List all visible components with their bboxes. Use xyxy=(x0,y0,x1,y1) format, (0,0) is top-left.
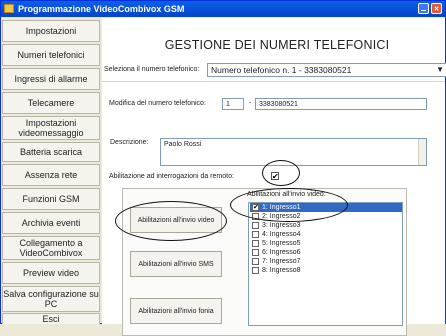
list-item-label: 4: Ingresso4 xyxy=(262,231,301,238)
list-item[interactable]: 2: Ingresso2 xyxy=(250,212,402,221)
number-index-field[interactable]: 1 xyxy=(222,98,244,110)
description-label: Descrizione: xyxy=(110,139,149,146)
list-item-label: 3: Ingresso3 xyxy=(262,222,301,229)
sidebar-item-label: Impostazioni xyxy=(25,26,77,36)
main-panel: GESTIONE DEI NUMERI TELEFONICI Seleziona… xyxy=(102,18,446,336)
sidebar-item-telecamere[interactable]: Telecamere xyxy=(2,92,100,114)
number-dash: - xyxy=(249,100,252,107)
sidebar: Impostazioni Numeri telefonici Ingressi … xyxy=(2,18,101,324)
list-item-label: 2: Ingresso2 xyxy=(262,213,301,220)
modify-number-label: Modifica del numero telefonico: xyxy=(109,100,206,107)
sidebar-item-impostazioni[interactable]: Impostazioni xyxy=(2,20,100,42)
sidebar-item-label: Collegamento a VideoCombivox xyxy=(19,238,83,258)
window-title: Programmazione VideoCombivox GSM xyxy=(18,4,185,14)
sidebar-item-preview-video[interactable]: Preview video xyxy=(2,262,100,284)
sms-enable-button[interactable]: Abilitazioni all'invio SMS xyxy=(130,251,222,277)
sidebar-item-label: Archivia eventi xyxy=(21,218,81,228)
list-item[interactable]: 5: Ingresso5 xyxy=(250,239,402,248)
sidebar-item-label: Salva configurazione su PC xyxy=(3,289,99,309)
list-header: Abilitazioni all'invio video: xyxy=(247,191,326,198)
minimize-button[interactable] xyxy=(418,3,429,14)
voice-enable-button[interactable]: Abilitazioni all'invio fonia xyxy=(130,298,222,324)
list-item-checkbox[interactable] xyxy=(252,249,259,256)
phone-number-select-value: Numero telefonico n. 1 - 3383080521 xyxy=(211,65,352,75)
sidebar-item-batteria-scarica[interactable]: Batteria scarica xyxy=(2,142,100,162)
description-value: Paolo Rossi xyxy=(164,141,202,148)
list-item-checkbox[interactable] xyxy=(252,240,259,247)
phone-number-field[interactable]: 3383080521 xyxy=(255,98,427,110)
page-title: GESTIONE DEI NUMERI TELEFONICI xyxy=(164,38,390,52)
list-item-checkbox[interactable] xyxy=(252,222,259,229)
list-item-label: 8: Ingresso8 xyxy=(262,267,301,274)
sidebar-item-funzioni-gsm[interactable]: Funzioni GSM xyxy=(2,188,100,210)
app-icon xyxy=(4,4,14,13)
list-item-label: 6: Ingresso6 xyxy=(262,249,301,256)
list-item-label: 7: Ingresso7 xyxy=(262,258,301,265)
sidebar-item-assenza-rete[interactable]: Assenza rete xyxy=(2,164,100,186)
list-item-checkbox[interactable] xyxy=(252,267,259,274)
list-item-checkbox[interactable] xyxy=(252,231,259,238)
list-item-label: 5: Ingresso5 xyxy=(262,240,301,247)
sidebar-item-label: Batteria scarica xyxy=(19,147,83,157)
list-item[interactable]: 4: Ingresso4 xyxy=(250,230,402,239)
select-number-label: Seleziona il numero telefonico: xyxy=(104,66,200,73)
list-item-label: 1: Ingresso1 xyxy=(262,204,301,211)
sidebar-item-label: Esci xyxy=(42,314,60,324)
sidebar-item-archivia-eventi[interactable]: Archivia eventi xyxy=(2,212,100,234)
list-item[interactable]: 7: Ingresso7 xyxy=(250,257,402,266)
sidebar-item-label: Numeri telefonici xyxy=(17,50,85,60)
close-button[interactable] xyxy=(431,3,442,14)
remote-query-label: Abilitazione ad interrogazioni da remoto… xyxy=(109,173,234,180)
list-item[interactable]: 8: Ingresso8 xyxy=(250,266,402,275)
list-item-checkbox[interactable]: ✔ xyxy=(252,204,259,211)
list-item-checkbox[interactable] xyxy=(252,213,259,220)
inputs-list: ✔ 1: Ingresso1 2: Ingresso2 3: Ingresso3 … xyxy=(248,202,403,326)
sidebar-item-label: Ingressi di allarme xyxy=(14,74,88,84)
chevron-down-icon[interactable]: ▼ xyxy=(436,65,444,75)
phone-number-select[interactable]: Numero telefonico n. 1 - 3383080521 ▼ xyxy=(207,63,446,77)
sidebar-item-numeri-telefonici[interactable]: Numeri telefonici xyxy=(2,44,100,66)
description-scrollbar[interactable] xyxy=(418,139,426,165)
sidebar-item-label: Impostazioni videomessaggio xyxy=(18,118,84,138)
sidebar-item-label: Telecamere xyxy=(27,98,75,108)
divider xyxy=(102,81,445,82)
list-item[interactable]: 3: Ingresso3 xyxy=(250,221,402,230)
sidebar-item-ingressi-allarme[interactable]: Ingressi di allarme xyxy=(2,68,100,90)
list-item[interactable]: 6: Ingresso6 xyxy=(250,248,402,257)
title-bar: Programmazione VideoCombivox GSM xyxy=(1,1,445,17)
sidebar-item-impostazioni-videomessaggio[interactable]: Impostazioni videomessaggio xyxy=(2,116,100,140)
sidebar-item-collegamento[interactable]: Collegamento a VideoCombivox xyxy=(2,236,100,260)
description-field[interactable]: Paolo Rossi xyxy=(160,138,427,166)
sidebar-item-label: Preview video xyxy=(22,268,80,278)
sidebar-item-salva-configurazione[interactable]: Salva configurazione su PC xyxy=(2,286,100,312)
list-item[interactable]: ✔ 1: Ingresso1 xyxy=(250,203,402,212)
sidebar-item-label: Funzioni GSM xyxy=(22,194,80,204)
main-window: Programmazione VideoCombivox GSM Imposta… xyxy=(0,0,446,336)
remote-query-checkbox[interactable]: ✔ xyxy=(271,172,279,181)
sidebar-item-label: Assenza rete xyxy=(24,170,78,180)
list-item-checkbox[interactable] xyxy=(252,258,259,265)
sidebar-item-esci[interactable]: Esci xyxy=(2,313,100,324)
video-enable-button[interactable]: Abilitazioni all'invio video xyxy=(130,207,222,233)
